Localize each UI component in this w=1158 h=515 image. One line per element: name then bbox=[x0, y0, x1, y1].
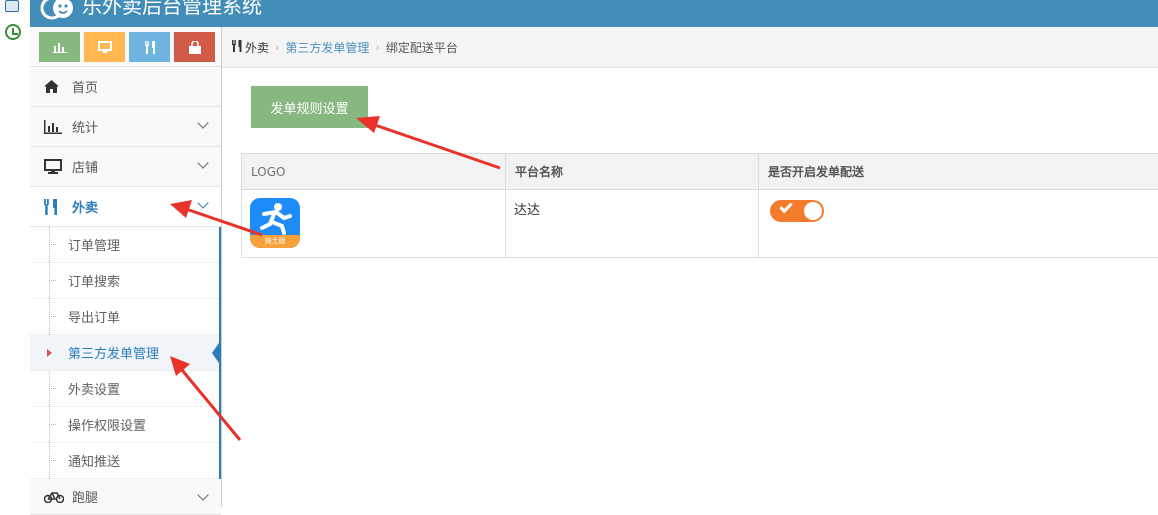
chevron-down-icon bbox=[197, 157, 208, 168]
breadcrumb-current: 绑定配送平台 bbox=[386, 39, 458, 56]
sidebar-item-label: 首页 bbox=[72, 77, 98, 96]
active-pointer bbox=[212, 340, 221, 366]
stats-shortcut-button[interactable] bbox=[39, 32, 80, 62]
logo-icon bbox=[40, 0, 74, 20]
column-header-logo: LOGO bbox=[242, 154, 506, 190]
submenu-item-permission-settings[interactable]: 操作权限设置 bbox=[30, 407, 219, 443]
sidebar-item-stats[interactable]: 统计 bbox=[30, 107, 221, 147]
sidebar-item-label: 外卖 bbox=[72, 197, 98, 216]
sidebar-item-shop[interactable]: 店铺 bbox=[30, 147, 221, 187]
chevron-down-icon bbox=[197, 117, 208, 128]
submenu-item-order-manage[interactable]: 订单管理 bbox=[30, 227, 219, 263]
takeout-submenu: 订单管理 订单搜索 导出订单 第三方发单管理 外卖设置 操作权限设置 通知推送 bbox=[30, 227, 221, 479]
submenu-item-label: 操作权限设置 bbox=[68, 415, 146, 434]
column-header-dispatch-enabled: 是否开启发单配送 bbox=[759, 154, 1158, 190]
monitor-shortcut-button[interactable] bbox=[84, 32, 125, 62]
breadcrumb: 外卖 › 第三方发单管理 › 绑定配送平台 bbox=[222, 27, 1158, 68]
bar-chart-icon bbox=[44, 120, 66, 134]
desktop-icon bbox=[44, 159, 66, 174]
cutlery-icon bbox=[144, 41, 156, 54]
toggle-cell bbox=[759, 190, 1158, 258]
submenu-item-label: 订单搜索 bbox=[68, 271, 120, 290]
submenu-item-label: 导出订单 bbox=[68, 307, 120, 326]
submenu-item-notification-push[interactable]: 通知推送 bbox=[30, 443, 219, 479]
home-icon bbox=[44, 80, 66, 93]
toggle-knob bbox=[804, 202, 822, 220]
table-header-row: LOGO 平台名称 是否开启发单配送 bbox=[242, 154, 1158, 190]
breadcrumb-root[interactable]: 外卖 bbox=[245, 39, 269, 56]
column-header-platform-name: 平台名称 bbox=[506, 154, 759, 190]
submenu-item-export-orders[interactable]: 导出订单 bbox=[30, 299, 219, 335]
submenu-item-order-search[interactable]: 订单搜索 bbox=[30, 263, 219, 299]
dada-logo-icon: 骑士版 bbox=[250, 198, 300, 248]
cutlery-icon bbox=[44, 199, 66, 215]
main-content: 发单规则设置 LOGO 平台名称 是否开启发单配送 bbox=[222, 68, 1158, 507]
chevron-down-icon bbox=[197, 489, 208, 500]
dispatch-rule-settings-button[interactable]: 发单规则设置 bbox=[251, 86, 368, 128]
sidebar-item-label: 店铺 bbox=[72, 157, 98, 176]
sidebar-item-errand[interactable]: 跑腿 bbox=[30, 479, 221, 515]
submenu-item-label: 订单管理 bbox=[68, 235, 120, 254]
bar-chart-icon bbox=[53, 41, 67, 53]
tablet-icon[interactable] bbox=[5, 0, 19, 12]
caret-right-icon bbox=[47, 349, 52, 357]
dispatch-toggle-switch[interactable] bbox=[770, 200, 824, 222]
submenu-item-third-party-dispatch[interactable]: 第三方发单管理 bbox=[30, 335, 219, 371]
submenu-item-label: 第三方发单管理 bbox=[68, 343, 159, 362]
sidebar-item-takeout[interactable]: 外卖 bbox=[30, 187, 221, 227]
cutlery-icon bbox=[232, 40, 242, 55]
shop-shortcut-button[interactable] bbox=[174, 32, 215, 62]
sidebar-item-home[interactable]: 首页 bbox=[30, 67, 221, 107]
app-title: 乐外卖后台管理系统 bbox=[82, 0, 262, 18]
submenu-item-label: 通知推送 bbox=[68, 451, 120, 470]
desktop-icon bbox=[98, 41, 112, 53]
breadcrumb-separator: › bbox=[275, 41, 279, 54]
breadcrumb-parent-link[interactable]: 第三方发单管理 bbox=[285, 39, 369, 56]
logo-caption: 骑士版 bbox=[250, 235, 300, 248]
sidebar-item-label: 跑腿 bbox=[72, 487, 98, 506]
clock-icon[interactable] bbox=[5, 24, 21, 40]
food-shortcut-button[interactable] bbox=[129, 32, 170, 62]
left-gutter bbox=[0, 0, 30, 507]
checkmark-icon bbox=[779, 200, 792, 213]
chevron-down-icon bbox=[197, 197, 208, 208]
submenu-item-label: 外卖设置 bbox=[68, 379, 120, 398]
sidebar: 首页 统计 店铺 外卖 订单管理 订单搜索 导出订单 bbox=[30, 27, 222, 507]
shopping-bag-icon bbox=[189, 41, 201, 54]
top-header: 乐外卖后台管理系统 bbox=[30, 0, 1158, 27]
submenu-item-takeout-settings[interactable]: 外卖设置 bbox=[30, 371, 219, 407]
logo-cell: 骑士版 bbox=[242, 190, 506, 258]
platform-table: LOGO 平台名称 是否开启发单配送 骑士版 bbox=[241, 153, 1158, 258]
bicycle-icon bbox=[44, 490, 66, 503]
platform-name-cell: 达达 bbox=[506, 190, 759, 258]
shortcut-bar bbox=[30, 27, 221, 67]
table-row: 骑士版 达达 bbox=[242, 190, 1158, 258]
breadcrumb-separator: › bbox=[375, 41, 379, 54]
sidebar-item-label: 统计 bbox=[72, 117, 98, 136]
